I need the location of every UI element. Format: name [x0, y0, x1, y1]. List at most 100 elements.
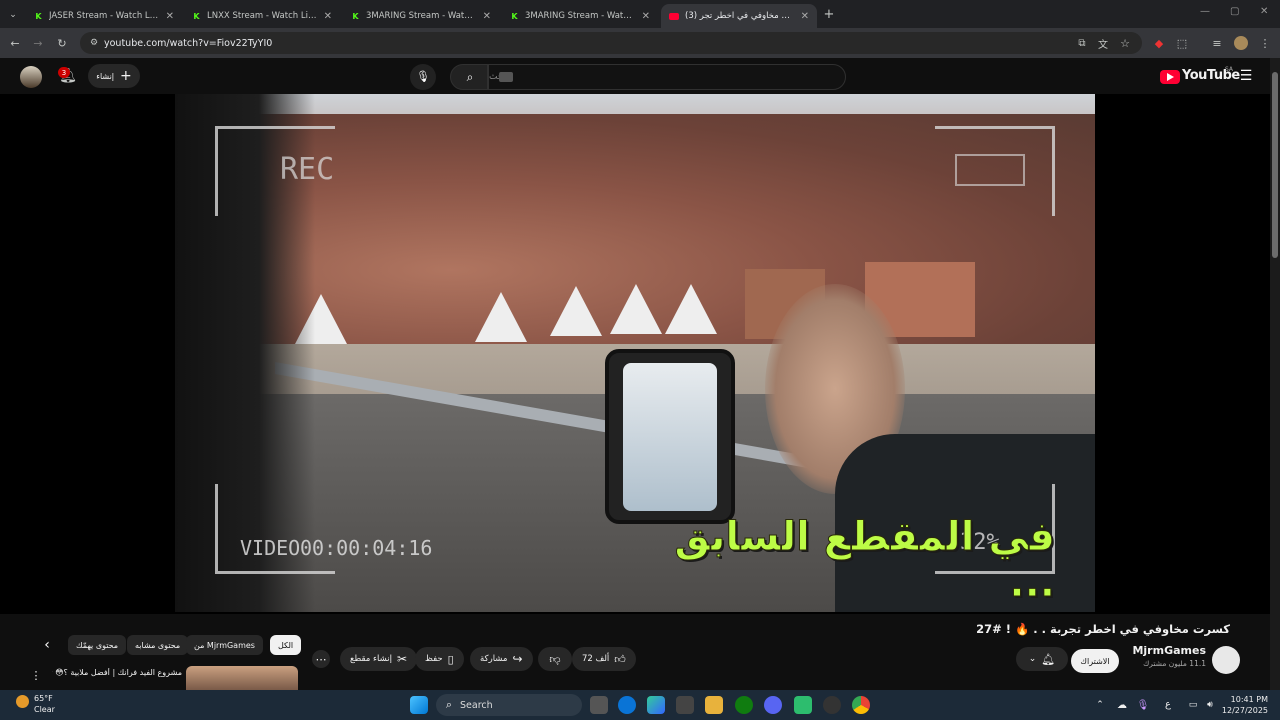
tab-search-icon[interactable]: ⌄: [6, 8, 20, 22]
notification-settings-button[interactable]: ⌄ 🔔︎: [1016, 647, 1068, 671]
share-button[interactable]: مشاركة ↪: [470, 647, 533, 671]
profile-avatar[interactable]: [1234, 36, 1248, 50]
watch-metadata: كسرت مخاوفي في اخطر تجربة . . 🔥 ! #27 ‹ …: [0, 614, 1270, 690]
chip-from-channel[interactable]: من MjrmGames: [186, 635, 263, 655]
chevron-left-icon[interactable]: ‹: [40, 637, 54, 653]
overlay-video-label: VIDEO: [240, 536, 301, 560]
clock[interactable]: 10:41 PM 12/27/2025: [1222, 694, 1268, 716]
xbox-icon[interactable]: [735, 696, 753, 714]
youtube-icon: [669, 12, 679, 20]
network-icon[interactable]: ▭: [1186, 698, 1200, 712]
weather-widget[interactable]: 65°F Clear: [16, 693, 55, 715]
subscribe-button[interactable]: الاشتراك: [1071, 649, 1119, 673]
video-player[interactable]: REC VIDEO 00:00:04:16 32% في المقطع السا…: [0, 94, 1270, 614]
minimize-icon[interactable]: —: [1200, 6, 1210, 17]
overlay-battery-icon: [955, 154, 1025, 186]
create-button[interactable]: إنشاء +: [88, 64, 140, 88]
kick-icon: K: [35, 11, 42, 21]
chip-for-you[interactable]: محتوى يهمّك: [68, 635, 127, 655]
browser-tab-strip: ⌄ K JASER Stream - Watch Live on K ✕ K L…: [0, 0, 1280, 28]
thumbs-up-icon: 👍︎: [614, 652, 626, 666]
close-tab-icon[interactable]: ✕: [642, 11, 650, 22]
edge-icon[interactable]: [618, 696, 636, 714]
close-tab-icon[interactable]: ✕: [166, 11, 174, 22]
browser-tab[interactable]: K JASER Stream - Watch Live on K ✕: [26, 4, 182, 28]
youtube-header: 🔔︎ 3 إنشاء + 🎙︎ ⌕ بحث YouTube SA ☰: [0, 58, 1270, 94]
maximize-icon[interactable]: ▢: [1230, 6, 1239, 17]
guide-menu-icon[interactable]: ☰: [1238, 68, 1254, 84]
store-icon[interactable]: [676, 696, 694, 714]
channel-avatar[interactable]: [1212, 646, 1240, 674]
taskbar-search[interactable]: ⌕ Search: [436, 694, 582, 716]
forward-icon[interactable]: →: [31, 36, 45, 50]
file-explorer-icon[interactable]: [705, 696, 723, 714]
save-button[interactable]: حفظ ▯: [415, 647, 464, 671]
mic-tray-icon[interactable]: 🎙︎: [1137, 698, 1150, 712]
close-window-icon[interactable]: ✕: [1260, 6, 1268, 17]
like-button[interactable]: 72 ألف 👍︎: [572, 647, 636, 671]
chrome-icon[interactable]: [852, 696, 870, 714]
thumbs-down-icon: 👎︎: [549, 652, 561, 666]
url-bar[interactable]: ⚙ youtube.com/watch?v=Fiov22TyYI0: [80, 32, 1142, 54]
start-icon[interactable]: [410, 696, 428, 714]
onedrive-icon[interactable]: ☁: [1115, 698, 1129, 712]
share-arrow-icon: ↪: [512, 652, 523, 666]
reco-menu-icon[interactable]: ⋮: [30, 668, 42, 682]
recommendation-thumbnail[interactable]: [186, 666, 298, 690]
scissors-icon: ✂: [396, 652, 408, 666]
avatar[interactable]: [20, 66, 42, 88]
chevron-down-icon: ⌄: [1028, 654, 1037, 664]
copilot-icon[interactable]: [647, 696, 665, 714]
volume-icon[interactable]: 🔊︎: [1203, 698, 1217, 712]
browser-tab[interactable]: K 3MARING Stream - Watch Live ✕: [343, 4, 499, 28]
reading-list-icon[interactable]: ≡: [1210, 36, 1224, 50]
side-mirror: [605, 349, 735, 524]
microphone-icon: 🎙︎: [416, 69, 430, 83]
recommendation-title[interactable]: مشروع الفيد فرانك | أفضل ملابية ؟😳 #2: [52, 668, 182, 677]
weather-icon: [16, 695, 29, 708]
extensions-puzzle-icon[interactable]: ⬚: [1175, 36, 1189, 50]
discord-icon[interactable]: [764, 696, 782, 714]
bookmark-star-icon[interactable]: ☆: [1118, 36, 1132, 50]
browser-menu-icon[interactable]: ⋮: [1258, 36, 1272, 50]
clip-button[interactable]: إنشاء مقطع ✂: [340, 647, 418, 671]
site-info-icon[interactable]: ⚙: [88, 37, 100, 49]
close-tab-icon[interactable]: ✕: [324, 11, 332, 22]
keyboard-icon[interactable]: [499, 72, 513, 82]
translate-icon[interactable]: 文: [1096, 36, 1110, 51]
app-icon[interactable]: [794, 696, 812, 714]
reload-icon[interactable]: ↻: [55, 36, 69, 50]
back-icon[interactable]: ←: [8, 36, 22, 50]
task-view-icon[interactable]: [590, 696, 608, 714]
obs-icon[interactable]: [823, 696, 841, 714]
language-indicator[interactable]: ع: [1162, 697, 1174, 711]
close-tab-icon[interactable]: ✕: [483, 11, 491, 22]
chip-related[interactable]: محتوى مشابه: [127, 635, 189, 655]
dislike-button[interactable]: 👎︎: [538, 647, 572, 671]
tray-chevron-icon[interactable]: ⌃: [1094, 698, 1106, 712]
channel-name[interactable]: MjrmGames: [1132, 644, 1206, 657]
browser-tab[interactable]: K 3MARING Stream - Watch Live ✕: [502, 4, 658, 28]
more-actions-icon[interactable]: ⋯: [312, 650, 330, 668]
channel-info: MjrmGames 11.1 مليون مشترك: [1132, 644, 1206, 668]
youtube-logo-icon[interactable]: [1160, 70, 1180, 84]
close-tab-icon[interactable]: ✕: [801, 11, 809, 22]
browser-tab-active[interactable]: (3) كسرت مخاوفي في اخطر تجر ✕: [661, 4, 817, 28]
bell-icon: 🔔︎: [1041, 652, 1056, 666]
chip-all[interactable]: الكل: [270, 635, 302, 655]
search-button[interactable]: ⌕: [450, 64, 488, 90]
overlay-rec-text: REC: [280, 152, 335, 187]
browser-tab[interactable]: K LNXX Stream - Watch Live on K ✕: [184, 4, 340, 28]
taskbar: 65°F Clear ⌕ Search ⌃ ☁ 🎙︎ ع ▭ 🔊︎ 10:41 …: [0, 690, 1280, 720]
search-input[interactable]: بحث: [488, 64, 846, 90]
scrollbar-thumb[interactable]: [1272, 72, 1278, 258]
video-frame: REC VIDEO 00:00:04:16 32% في المقطع السا…: [175, 94, 1095, 612]
notification-badge: 3: [58, 67, 70, 78]
extension-icon[interactable]: ◆: [1152, 36, 1166, 50]
bookmark-icon: ▯: [447, 652, 454, 666]
voice-search-button[interactable]: 🎙︎: [410, 64, 436, 90]
install-app-icon[interactable]: ⧉: [1075, 36, 1089, 50]
new-tab-icon[interactable]: +: [822, 7, 836, 22]
search-icon: ⌕: [466, 69, 474, 84]
address-toolbar: ← → ↻ ⚙ youtube.com/watch?v=Fiov22TyYI0 …: [0, 28, 1280, 58]
